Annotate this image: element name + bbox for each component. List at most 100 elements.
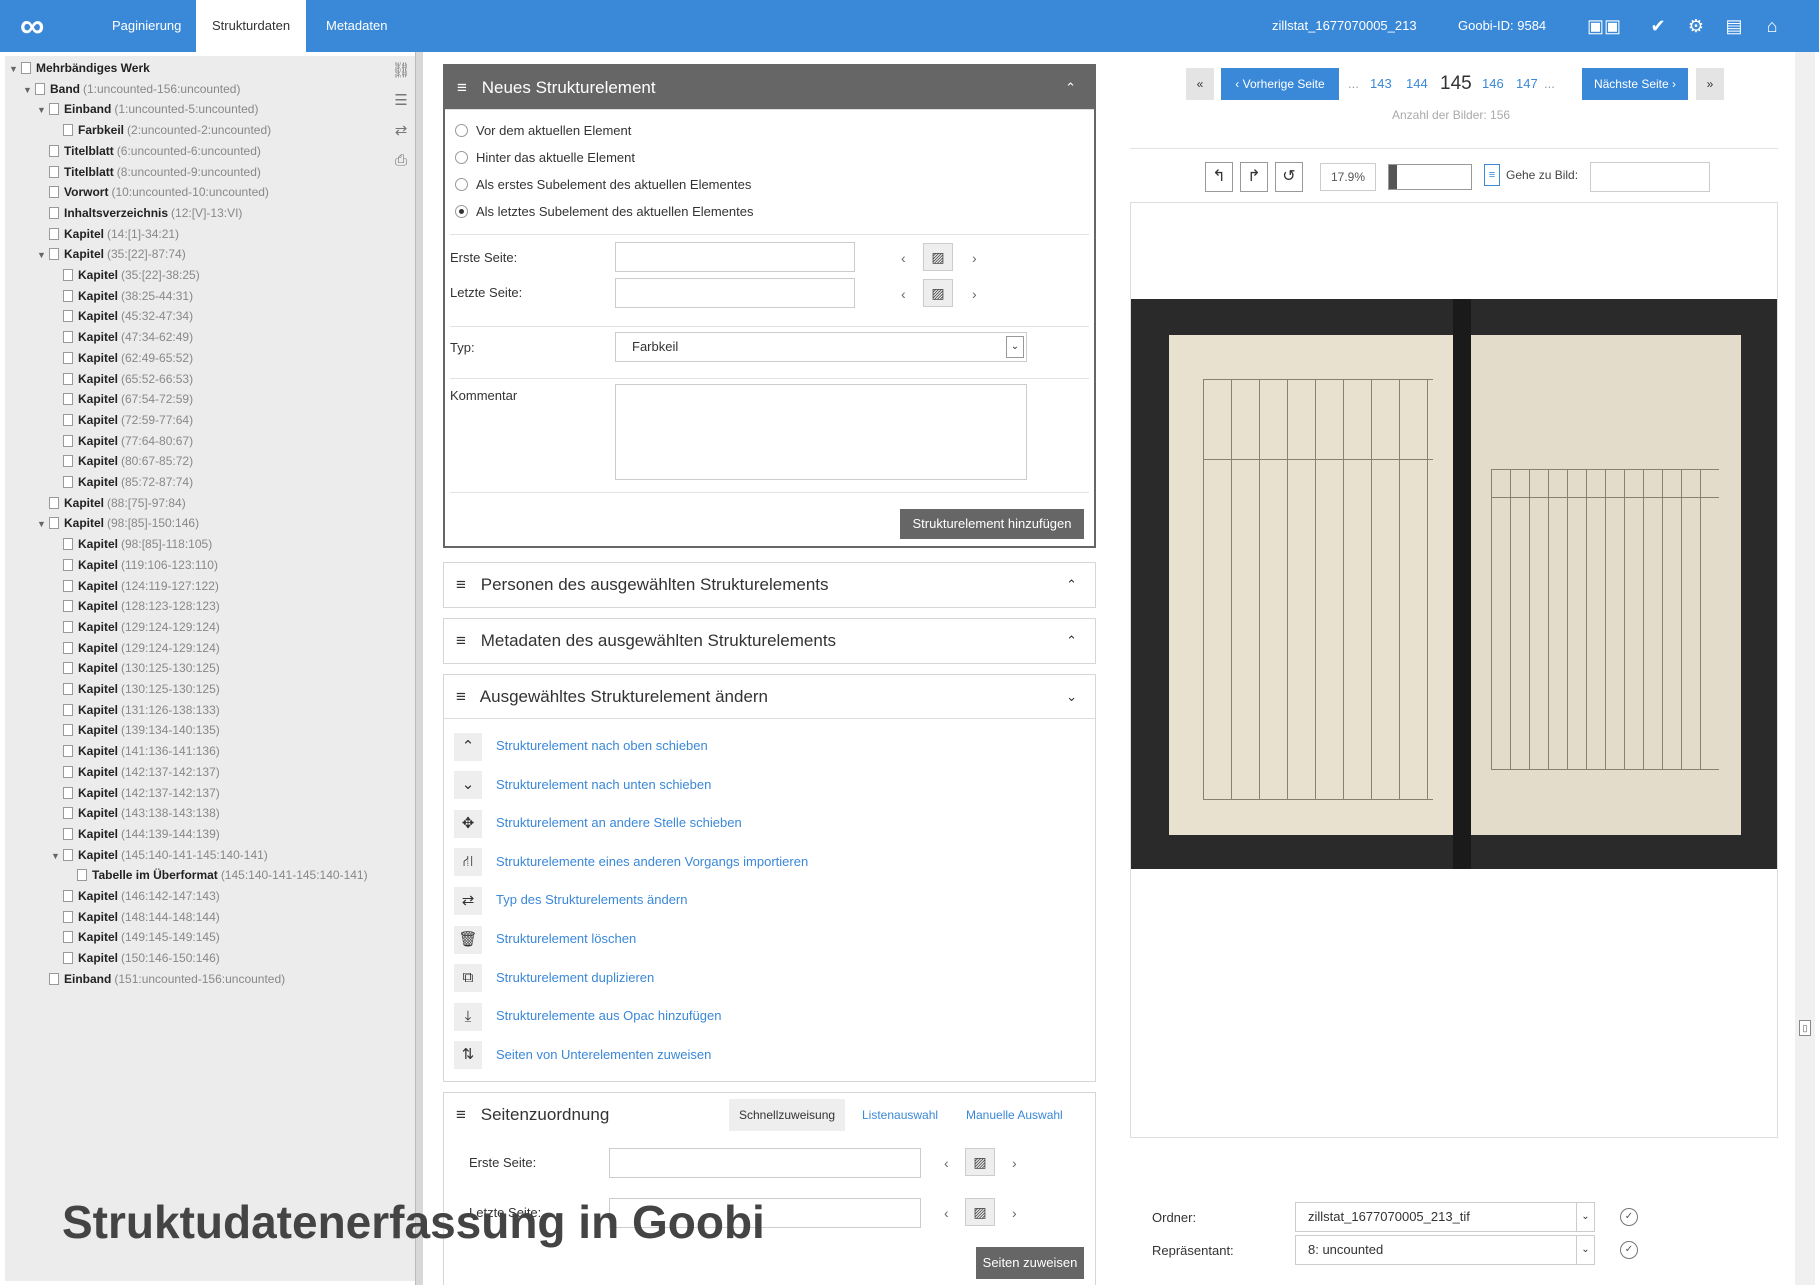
prev-arrow-icon[interactable]: ‹ (944, 1205, 949, 1221)
tree-node[interactable]: ▼ Kapitel (35:[22]-87:74) (37, 244, 186, 264)
last-page-button[interactable]: » (1696, 68, 1724, 100)
radio-option-2[interactable]: Als erstes Subelement des aktuellen Elem… (455, 174, 751, 196)
tree-node[interactable]: Kapitel (142:137-142:137) (51, 783, 220, 803)
home-icon[interactable]: ⌂ (1758, 12, 1786, 40)
tab-listenauswahl[interactable]: Listenauswahl (862, 1099, 938, 1131)
tree-node[interactable]: Kapitel (88:[75]-97:84) (37, 493, 186, 513)
action-label[interactable]: Seiten von Unterelementen zuweisen (496, 1047, 711, 1062)
tree-node-label[interactable]: Kapitel (78, 744, 118, 758)
tree-node-label[interactable]: Kapitel (78, 848, 118, 862)
tree-node[interactable]: Kapitel (144:139-144:139) (51, 824, 220, 844)
action-item[interactable]: ⇄ Typ des Strukturelements ändern (454, 885, 688, 915)
next-arrow-icon[interactable]: › (1012, 1205, 1017, 1221)
page-link-147[interactable]: 147 (1516, 68, 1538, 100)
tree-node[interactable]: Kapitel (129:124-129:124) (51, 638, 220, 658)
goobi-infinity-logo[interactable]: ∞ (20, 8, 80, 44)
comment-textarea[interactable] (615, 384, 1027, 480)
save-icon[interactable]: ▤ (1720, 12, 1748, 40)
import-icon[interactable]: ⛙ (454, 848, 482, 877)
tree-node[interactable]: Kapitel (62:49-65:52) (51, 348, 193, 368)
tree-node-label[interactable]: Kapitel (78, 537, 118, 551)
action-item[interactable]: ✥ Strukturelement an andere Stelle schieb… (454, 808, 742, 838)
tree-node[interactable]: Kapitel (38:25-44:31) (51, 286, 193, 306)
tree-node-label[interactable]: Kapitel (78, 558, 118, 572)
reset-rotation-icon[interactable]: ↺ (1275, 162, 1303, 192)
expand-toggle-icon[interactable]: ▼ (51, 846, 63, 866)
first-page-input[interactable] (615, 242, 855, 272)
tree-node-label[interactable]: Kapitel (78, 641, 118, 655)
list-icon[interactable]: ☰ (390, 90, 412, 112)
tree-node-label[interactable]: Kapitel (78, 475, 118, 489)
tree-node-label[interactable]: Kapitel (78, 786, 118, 800)
chevron-up-icon[interactable]: ⌃ (454, 732, 482, 761)
action-item[interactable]: ⛙ Strukturelemente eines anderen Vorgangs… (454, 847, 808, 877)
action-label[interactable]: Strukturelement duplizieren (496, 970, 654, 985)
action-label[interactable]: Strukturelement nach oben schieben (496, 738, 708, 753)
sort-icon[interactable]: ⇅ (454, 1041, 482, 1070)
tree-node-label[interactable]: Farbkeil (78, 123, 124, 137)
change-element-header[interactable]: ≡ Ausgewähltes Strukturelement ändern ⌄ (444, 675, 1095, 719)
tree-node[interactable]: Kapitel (67:54-72:59) (51, 389, 193, 409)
tree-node[interactable]: ▼ Kapitel (145:140-141-145:140-141) (51, 845, 268, 865)
tree-node-label[interactable]: Kapitel (78, 661, 118, 675)
next-page-button[interactable]: Nächste Seite › (1582, 68, 1688, 100)
tree-node-label[interactable]: Kapitel (78, 703, 118, 717)
download-icon[interactable]: ⤓ (454, 1002, 482, 1031)
folder-select[interactable]: zillstat_1677070005_213_tif ⌄ (1295, 1202, 1595, 1232)
tab-paginierung[interactable]: Paginierung (96, 0, 197, 52)
tree-node[interactable]: Kapitel (141:136-141:136) (51, 741, 220, 761)
tree-node[interactable]: Kapitel (129:124-129:124) (51, 617, 220, 637)
tree-node-label[interactable]: Kapitel (78, 599, 118, 613)
tree-node-label[interactable]: Kapitel (78, 309, 118, 323)
tree-node-label[interactable]: Titelblatt (64, 144, 114, 158)
tree-node[interactable]: Kapitel (142:137-142:137) (51, 762, 220, 782)
print-icon[interactable]: ⎙ (390, 150, 412, 172)
panel-splitter[interactable] (415, 52, 423, 1285)
tab-manuelle-auswahl[interactable]: Manuelle Auswahl (966, 1099, 1063, 1131)
chevron-down-icon[interactable]: ⌄ (1066, 675, 1077, 719)
add-structure-element-button[interactable]: Strukturelement hinzufügen (900, 509, 1084, 539)
vertical-scrollbar[interactable]: ▯ (1795, 52, 1815, 1285)
chevron-down-icon[interactable]: ⌄ (1576, 1236, 1594, 1264)
tree-node-label[interactable]: Kapitel (78, 454, 118, 468)
tree-node-label[interactable]: Kapitel (78, 806, 118, 820)
tree-node[interactable]: Einband (151:uncounted-156:uncounted) (37, 969, 285, 989)
tree-node[interactable]: Kapitel (85:72-87:74) (51, 472, 193, 492)
tree-node-label[interactable]: Kapitel (78, 392, 118, 406)
expand-toggle-icon[interactable]: ▼ (37, 100, 49, 120)
swap-icon[interactable]: ⇄ (454, 886, 482, 915)
tree-node[interactable]: Titelblatt (6:uncounted-6:uncounted) (37, 141, 261, 161)
image-picker-icon[interactable]: ▨ (923, 243, 953, 271)
next-arrow-icon[interactable]: › (1012, 1155, 1017, 1171)
rotate-left-icon[interactable]: ↰ (1205, 162, 1233, 192)
radio-circle[interactable] (455, 178, 468, 191)
action-label[interactable]: Strukturelement löschen (496, 931, 636, 946)
next-arrow-icon[interactable]: › (972, 286, 977, 302)
tree-node-label[interactable]: Kapitel (78, 413, 118, 427)
tree-node[interactable]: Kapitel (130:125-130:125) (51, 658, 220, 678)
metadata-header[interactable]: ≡ Metadaten des ausgewählten Strukturele… (444, 619, 1095, 663)
action-item[interactable]: ⇅ Seiten von Unterelementen zuweisen (454, 1040, 711, 1070)
tree-node-label[interactable]: Einband (64, 972, 111, 986)
tree-node-label[interactable]: Band (50, 82, 80, 96)
expand-toggle-icon[interactable]: ▼ (23, 80, 35, 100)
check-icon[interactable]: ✔ (1644, 12, 1672, 40)
tree-node[interactable]: Kapitel (148:144-148:144) (51, 907, 220, 927)
tree-node-label[interactable]: Kapitel (78, 910, 118, 924)
tree-node-label[interactable]: Kapitel (78, 434, 118, 448)
tab-metadaten[interactable]: Metadaten (310, 0, 403, 52)
image-canvas[interactable] (1130, 202, 1778, 1138)
tree-node[interactable]: Kapitel (131:126-138:133) (51, 700, 220, 720)
radio-option-1[interactable]: Hinter das aktuelle Element (455, 147, 635, 169)
tree-node[interactable]: Kapitel (72:59-77:64) (51, 410, 193, 430)
tree-node-label[interactable]: Kapitel (64, 227, 104, 241)
previous-page-button[interactable]: ‹ Vorherige Seite (1221, 68, 1339, 100)
tree-node[interactable]: Kapitel (47:34-62:49) (51, 327, 193, 347)
action-item[interactable]: ⌄ Strukturelement nach unten schieben (454, 770, 711, 800)
tree-node-label[interactable]: Kapitel (78, 930, 118, 944)
tree-node-label[interactable]: Kapitel (78, 579, 118, 593)
prev-arrow-icon[interactable]: ‹ (901, 250, 906, 266)
assign-first-page-input[interactable] (609, 1148, 921, 1178)
prev-arrow-icon[interactable]: ‹ (901, 286, 906, 302)
tree-node[interactable]: Tabelle im Überformat (145:140-141-145:14… (65, 865, 368, 885)
